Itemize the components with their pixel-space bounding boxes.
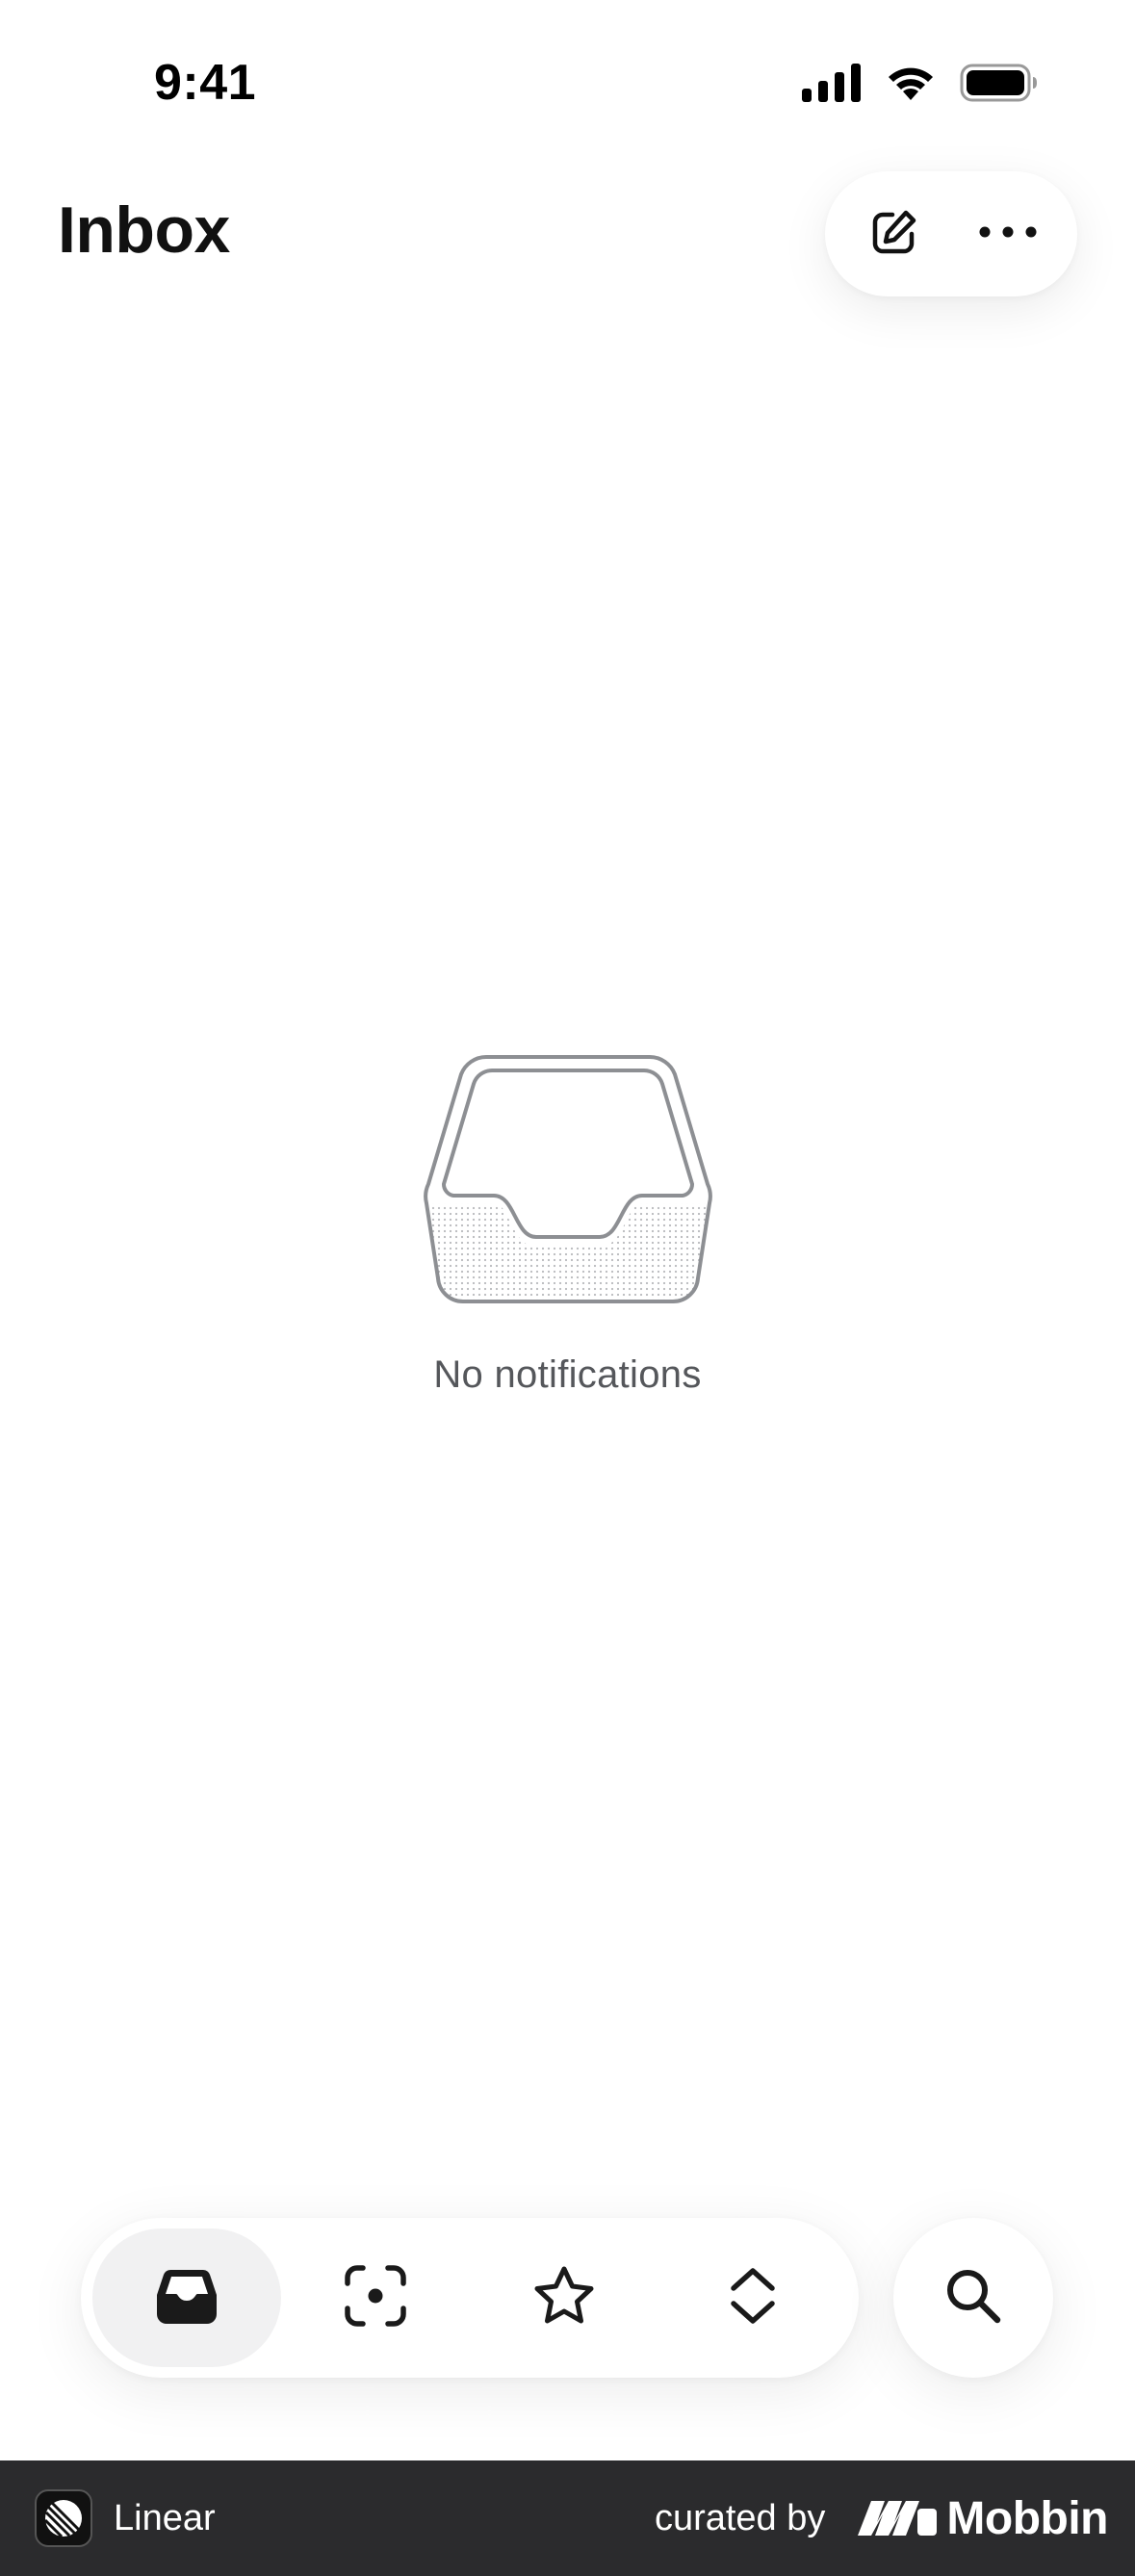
tab-switcher[interactable] [658, 2228, 847, 2367]
battery-icon [960, 64, 1039, 107]
compose-button[interactable] [860, 199, 929, 269]
linear-logo-icon [35, 2489, 92, 2547]
more-icon [978, 224, 1038, 245]
attribution-footer: Linear curated by Mobbin [0, 2460, 1135, 2576]
mobbin-logo-icon [858, 2497, 938, 2540]
empty-state-message: No notifications [433, 1353, 702, 1396]
header-actions [825, 171, 1077, 296]
tab-inbox[interactable] [92, 2228, 281, 2367]
status-icons [802, 64, 1039, 107]
status-bar: 9:41 [0, 0, 1135, 164]
curator-attribution: curated by Mobbin [654, 2492, 1109, 2545]
app-name: Linear [114, 2497, 216, 2538]
mobbin-brand: Mobbin [858, 2492, 1108, 2545]
more-button[interactable] [973, 199, 1043, 269]
empty-inbox-tray-icon [419, 1049, 717, 1309]
status-time: 9:41 [154, 55, 257, 111]
compose-icon [867, 205, 921, 264]
tab-favorites[interactable] [470, 2228, 658, 2367]
search-button[interactable] [893, 2218, 1053, 2378]
star-icon [531, 2264, 597, 2332]
focus-icon [344, 2264, 407, 2332]
inbox-icon [155, 2266, 219, 2331]
page-title: Inbox [58, 193, 230, 267]
tab-focus[interactable] [281, 2228, 470, 2367]
tab-bar [81, 2218, 859, 2378]
chevron-up-down-icon [728, 2267, 778, 2330]
wifi-icon [885, 64, 937, 107]
app-attribution: Linear [35, 2489, 216, 2547]
brand-name: Mobbin [946, 2492, 1108, 2544]
empty-state: No notifications [0, 1049, 1135, 1397]
search-icon [943, 2266, 1003, 2331]
cellular-signal-icon [802, 64, 862, 107]
curated-by-label: curated by [654, 2497, 826, 2538]
